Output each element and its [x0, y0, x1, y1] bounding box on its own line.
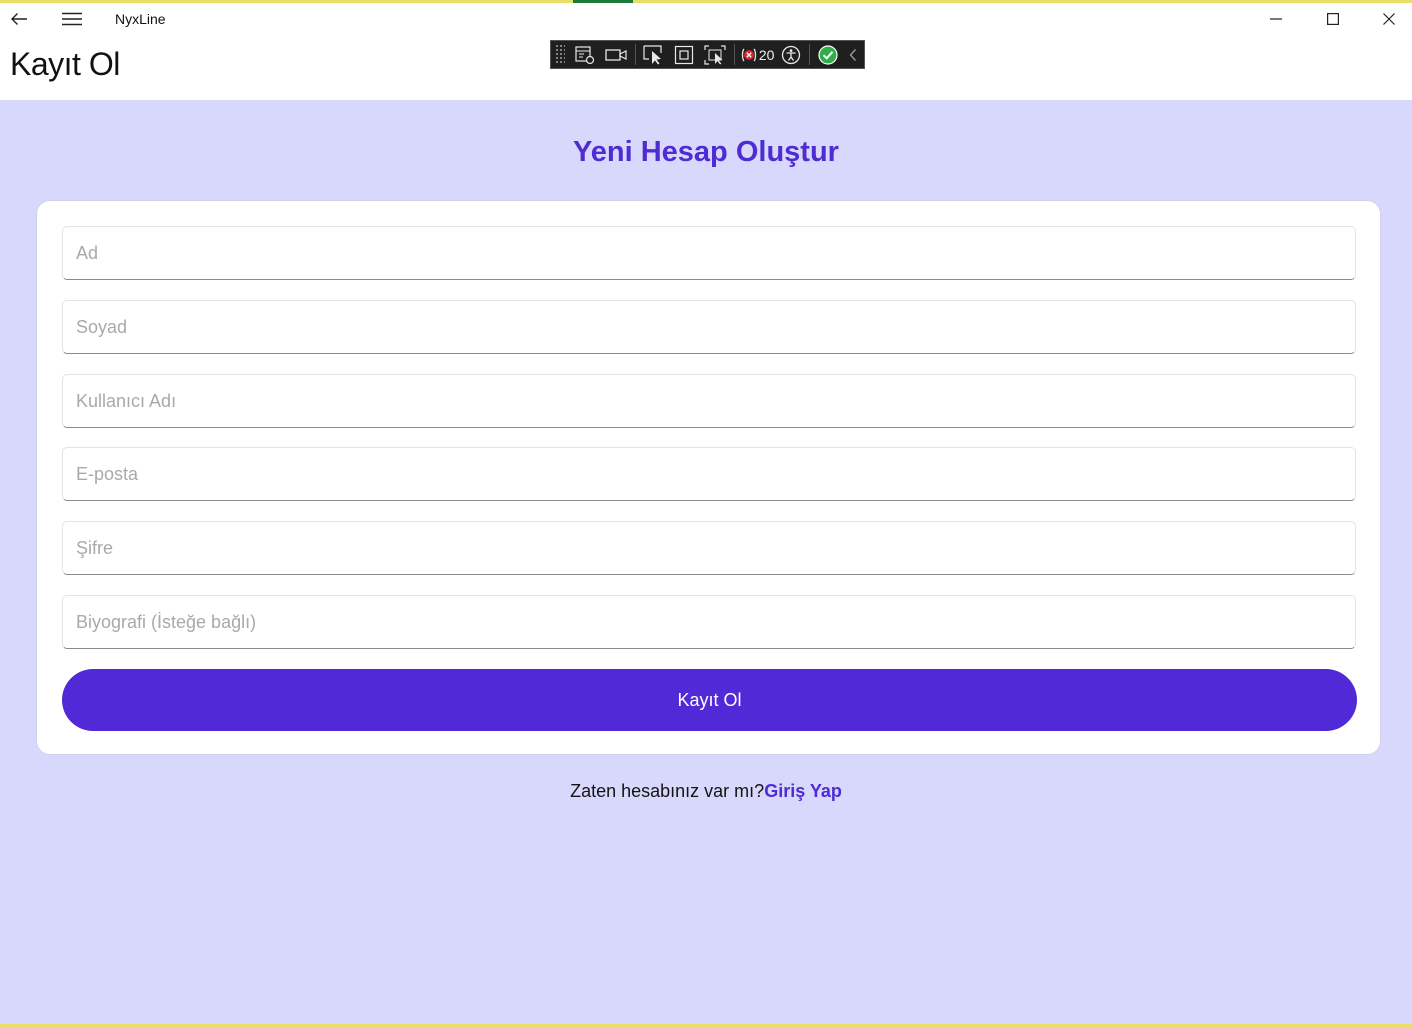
toolbar-separator — [733, 44, 735, 65]
app-title: NyxLine — [115, 11, 166, 27]
login-link[interactable]: Giriş Yap — [764, 781, 842, 801]
maximize-button[interactable] — [1310, 3, 1356, 35]
page-title: Kayıt Ol — [10, 46, 120, 82]
accessibility-checker-button[interactable] — [777, 41, 806, 68]
toolbar-grip-handle[interactable] — [555, 44, 565, 65]
toolbar-separator — [634, 44, 636, 65]
binding-failures-icon — [741, 48, 756, 61]
close-icon — [1383, 13, 1395, 25]
display-layout-adorners-button[interactable] — [668, 41, 699, 68]
live-visual-tree-button[interactable] — [571, 41, 600, 68]
live-visual-tree-icon — [575, 45, 595, 64]
last-name-field[interactable] — [62, 300, 1356, 354]
password-field[interactable] — [62, 521, 1356, 575]
bio-field[interactable] — [62, 595, 1356, 649]
maximize-icon — [1327, 13, 1339, 25]
status-check-button[interactable] — [813, 41, 842, 68]
back-button[interactable] — [0, 3, 38, 35]
check-icon — [818, 44, 838, 65]
form-heading: Yeni Hesap Oluştur — [573, 136, 839, 168]
record-icon — [605, 48, 627, 61]
collapse-toolbar-button[interactable] — [842, 41, 864, 68]
track-focused-element-button[interactable] — [699, 41, 730, 68]
password-input[interactable] — [76, 537, 1342, 559]
email-input[interactable] — [76, 463, 1342, 485]
minimize-icon — [1270, 18, 1282, 20]
registration-card: Kayıt Ol — [36, 200, 1381, 755]
title-bar: NyxLine — [0, 3, 1412, 35]
close-button[interactable] — [1366, 3, 1412, 35]
first-name-input[interactable] — [76, 242, 1342, 264]
record-button[interactable] — [600, 41, 631, 68]
bio-input[interactable] — [76, 611, 1342, 633]
hamburger-icon — [62, 12, 82, 26]
username-field[interactable] — [62, 374, 1356, 428]
register-button[interactable]: Kayıt Ol — [62, 669, 1357, 731]
binding-failures-count: 20 — [758, 46, 775, 63]
first-name-field[interactable] — [62, 226, 1356, 280]
app-window: NyxLine Kayıt Ol 20 Yeni Hesap Oluştur A… — [0, 0, 1412, 1027]
track-focused-element-icon — [704, 44, 726, 65]
last-name-input[interactable] — [76, 316, 1342, 338]
toolbar-separator — [809, 44, 811, 65]
select-element-button[interactable] — [639, 41, 668, 68]
login-prompt-line: Zaten hesabınız var mı?Giriş Yap — [0, 781, 1412, 802]
display-layout-adorners-icon — [674, 45, 693, 64]
binding-failures-button[interactable]: 20 — [738, 41, 777, 68]
xaml-debug-toolbar: 20 — [550, 40, 865, 69]
content-area: Yeni Hesap Oluştur Kayıt Ol Zate — [0, 100, 1412, 1024]
select-element-icon — [643, 44, 662, 64]
email-field[interactable] — [62, 447, 1356, 501]
collapse-icon — [849, 48, 857, 61]
minimize-button[interactable] — [1254, 3, 1298, 35]
back-arrow-icon — [11, 13, 27, 25]
hamburger-menu-button[interactable] — [52, 3, 92, 35]
login-prompt-text: Zaten hesabınız var mı? — [570, 781, 765, 801]
accessibility-icon — [782, 45, 801, 64]
username-input[interactable] — [76, 390, 1342, 412]
